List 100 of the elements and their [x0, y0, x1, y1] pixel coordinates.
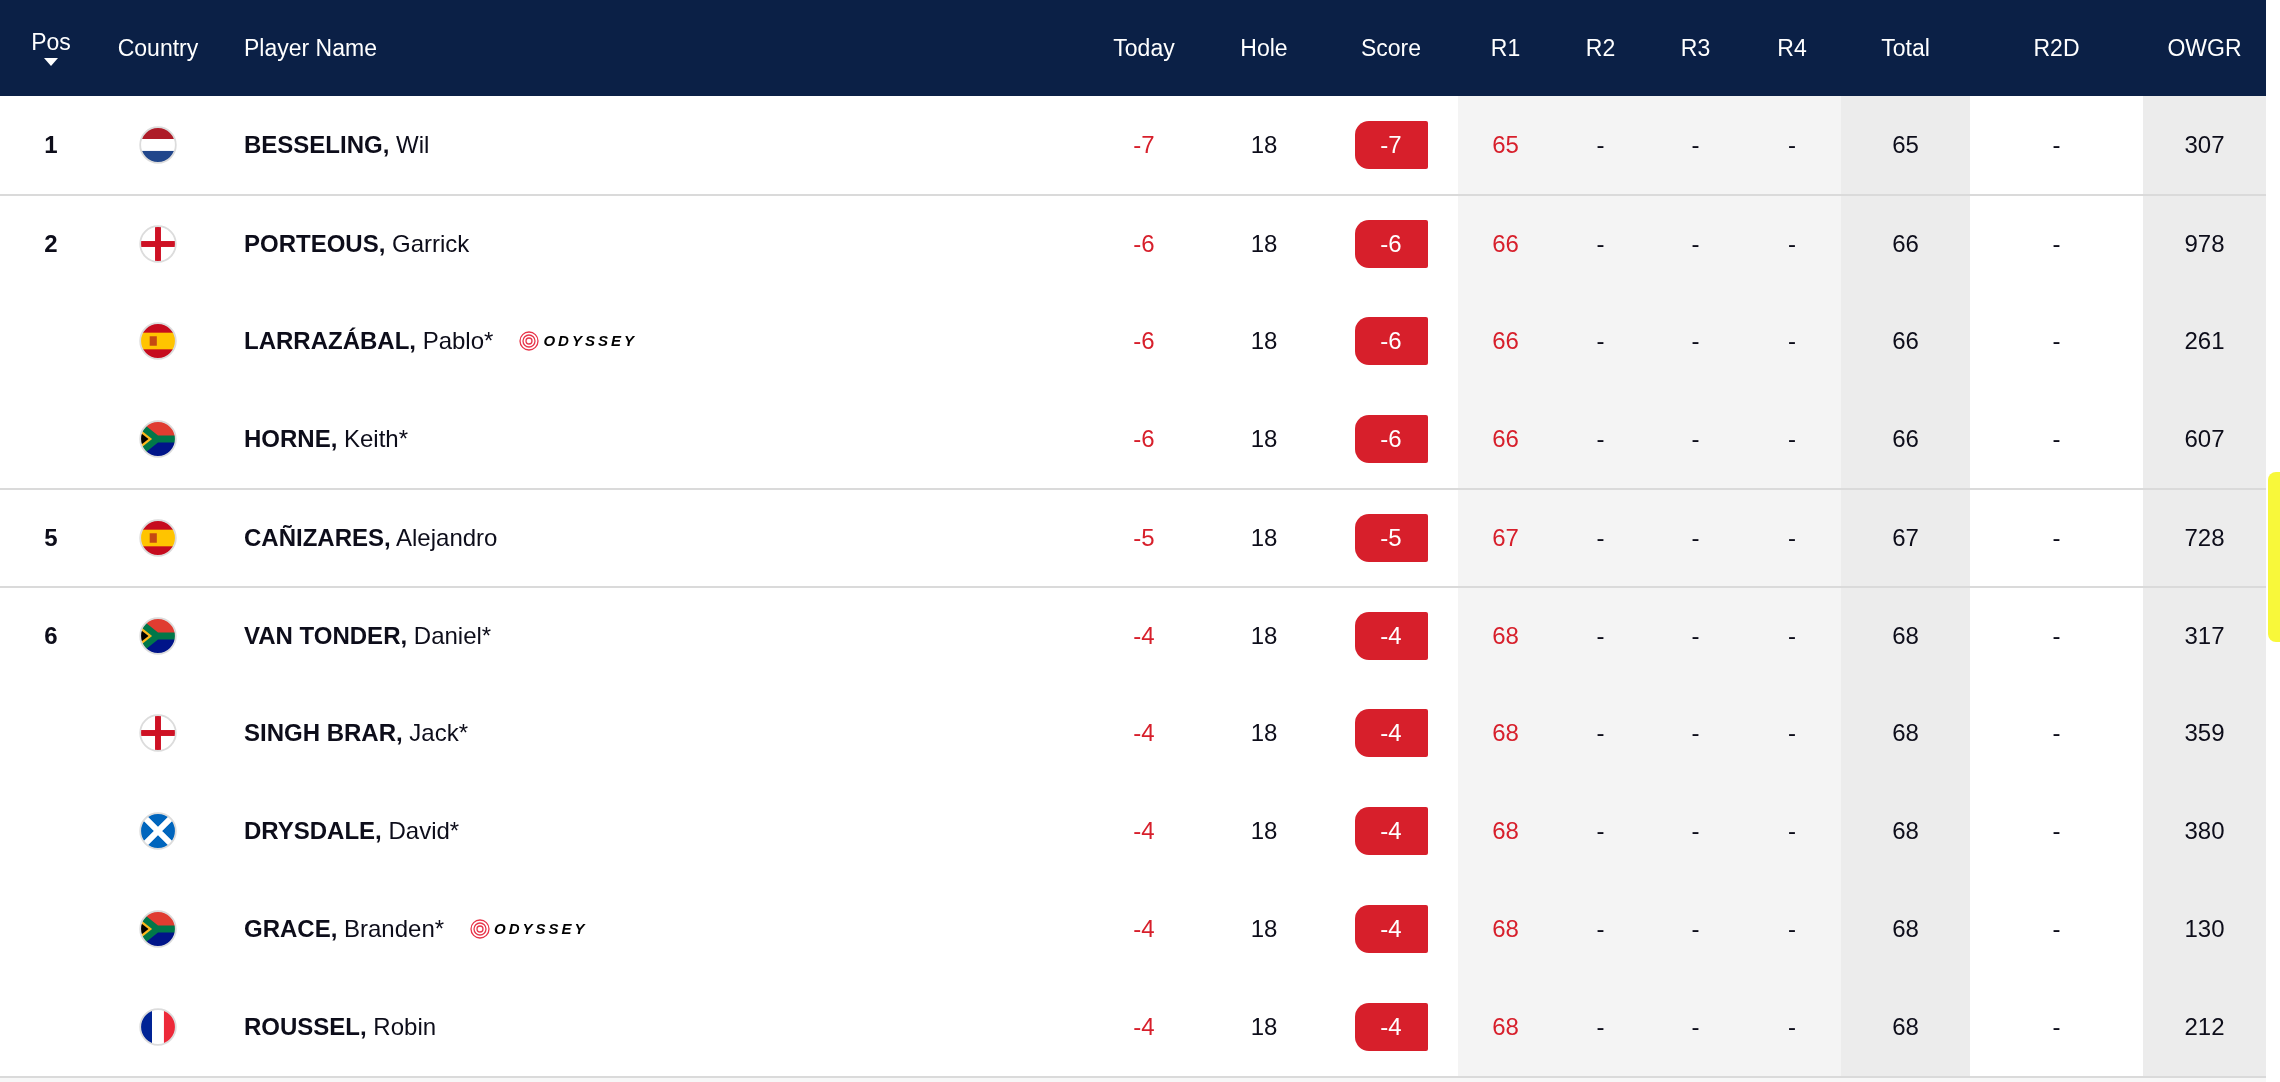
- round-score: -: [1596, 718, 1605, 748]
- round-score: 66: [1492, 326, 1519, 356]
- column-header[interactable]: Total: [1881, 36, 1930, 60]
- round-score: -: [1691, 621, 1700, 651]
- column-header[interactable]: Today: [1113, 36, 1175, 60]
- round-score: -: [1691, 326, 1700, 356]
- today-score: -4: [1133, 914, 1155, 944]
- column-header[interactable]: R2: [1585, 36, 1616, 60]
- round-score: -: [1691, 523, 1700, 553]
- round-score: -: [1788, 130, 1796, 160]
- hole-text: 18: [1250, 914, 1278, 944]
- hole-text: 18: [1250, 621, 1278, 651]
- player-name[interactable]: VAN TONDER, Daniel*: [244, 618, 492, 654]
- owgr-text: 607: [2184, 424, 2225, 454]
- column-header[interactable]: Score: [1360, 36, 1422, 60]
- round-score: -: [1691, 816, 1700, 846]
- owgr-text: 130: [2184, 914, 2225, 944]
- column-header[interactable]: OWGR: [2167, 36, 2242, 60]
- position-text: 5: [44, 523, 58, 553]
- flag-icon: [139, 126, 177, 164]
- hole-text: 18: [1250, 326, 1278, 356]
- round-score: 68: [1492, 914, 1519, 944]
- player-name[interactable]: CAÑIZARES, Alejandro: [244, 520, 498, 556]
- today-score: -5: [1133, 523, 1155, 553]
- owgr-text: 359: [2184, 718, 2225, 748]
- today-score: -7: [1133, 130, 1155, 160]
- player-name[interactable]: LARRAZÁBAL, Pablo*: [244, 323, 494, 359]
- score-badge: -6: [1354, 220, 1428, 268]
- sort-caret-icon[interactable]: [44, 57, 58, 66]
- owgr-text: 978: [2184, 229, 2225, 259]
- round-score: -: [1596, 229, 1605, 259]
- total-score: 66: [1892, 424, 1919, 454]
- total-score: 68: [1892, 1012, 1919, 1042]
- round-score: 67: [1492, 523, 1519, 553]
- round-score: -: [1596, 130, 1605, 160]
- score-badge: -4: [1354, 1003, 1428, 1051]
- r2d-text: -: [2052, 914, 2061, 944]
- round-score: -: [1596, 1012, 1605, 1042]
- player-name[interactable]: BESSELING, Wil: [244, 127, 430, 163]
- owgr-text: 307: [2184, 130, 2225, 160]
- total-score: 66: [1892, 326, 1919, 356]
- r2d-text: -: [2052, 816, 2061, 846]
- column-header[interactable]: Hole: [1240, 36, 1288, 60]
- round-score: -: [1788, 1012, 1796, 1042]
- round-score: -: [1691, 229, 1700, 259]
- position-text: 6: [44, 621, 58, 651]
- column-header[interactable]: Pos: [31, 30, 71, 66]
- r2d-text: -: [2052, 424, 2061, 454]
- player-name[interactable]: ROUSSEL, Robin: [244, 1009, 437, 1045]
- score-badge: -7: [1354, 121, 1428, 169]
- score-badge: -4: [1354, 905, 1428, 953]
- hole-text: 18: [1250, 816, 1278, 846]
- owgr-text: 261: [2184, 326, 2225, 356]
- swirl-icon: [470, 919, 491, 939]
- player-name[interactable]: GRACE, Branden*: [244, 911, 445, 947]
- round-score: 68: [1492, 621, 1519, 651]
- total-score: 67: [1892, 523, 1919, 553]
- player-name[interactable]: PORTEOUS, Garrick: [244, 226, 470, 262]
- round-score: -: [1691, 130, 1700, 160]
- player-name[interactable]: SINGH BRAR, Jack*: [244, 715, 469, 751]
- column-header[interactable]: Player Name: [244, 36, 377, 60]
- column-header[interactable]: R4: [1777, 36, 1807, 60]
- column-header[interactable]: R3: [1680, 36, 1711, 60]
- total-score: 65: [1892, 130, 1919, 160]
- hole-text: 18: [1250, 718, 1278, 748]
- today-score: -4: [1133, 1012, 1155, 1042]
- owgr-text: 380: [2184, 816, 2225, 846]
- flag-icon: [139, 714, 177, 752]
- round-score: -: [1691, 1012, 1700, 1042]
- today-score: -6: [1133, 229, 1155, 259]
- round-score: 66: [1492, 424, 1519, 454]
- hole-text: 18: [1250, 1012, 1278, 1042]
- column-header[interactable]: R2D: [2033, 36, 2080, 60]
- round-score: -: [1788, 326, 1796, 356]
- r2d-text: -: [2052, 1012, 2061, 1042]
- round-score: 65: [1492, 130, 1519, 160]
- flag-icon: [139, 812, 177, 850]
- round-score: -: [1691, 718, 1700, 748]
- score-badge: -4: [1354, 807, 1428, 855]
- today-score: -6: [1133, 326, 1155, 356]
- total-score: 68: [1892, 621, 1919, 651]
- total-score: 66: [1892, 229, 1919, 259]
- hole-text: 18: [1250, 523, 1278, 553]
- flag-icon: [139, 910, 177, 948]
- r2d-text: -: [2052, 718, 2061, 748]
- player-name[interactable]: HORNE, Keith*: [244, 421, 409, 457]
- scrollbar-thumb[interactable]: [2268, 472, 2280, 642]
- sponsor-logo-text: ODYSSEY: [494, 918, 588, 939]
- score-badge: -4: [1354, 612, 1428, 660]
- column-header[interactable]: Country: [117, 36, 199, 60]
- today-score: -6: [1133, 424, 1155, 454]
- round-score: 68: [1492, 1012, 1519, 1042]
- round-score: -: [1691, 424, 1700, 454]
- column-header[interactable]: R1: [1490, 36, 1521, 60]
- hole-text: 18: [1250, 229, 1278, 259]
- r2d-text: -: [2052, 523, 2061, 553]
- round-score: 68: [1492, 718, 1519, 748]
- player-name[interactable]: DRYSDALE, David*: [244, 813, 460, 849]
- round-score: -: [1596, 326, 1605, 356]
- today-score: -4: [1133, 816, 1155, 846]
